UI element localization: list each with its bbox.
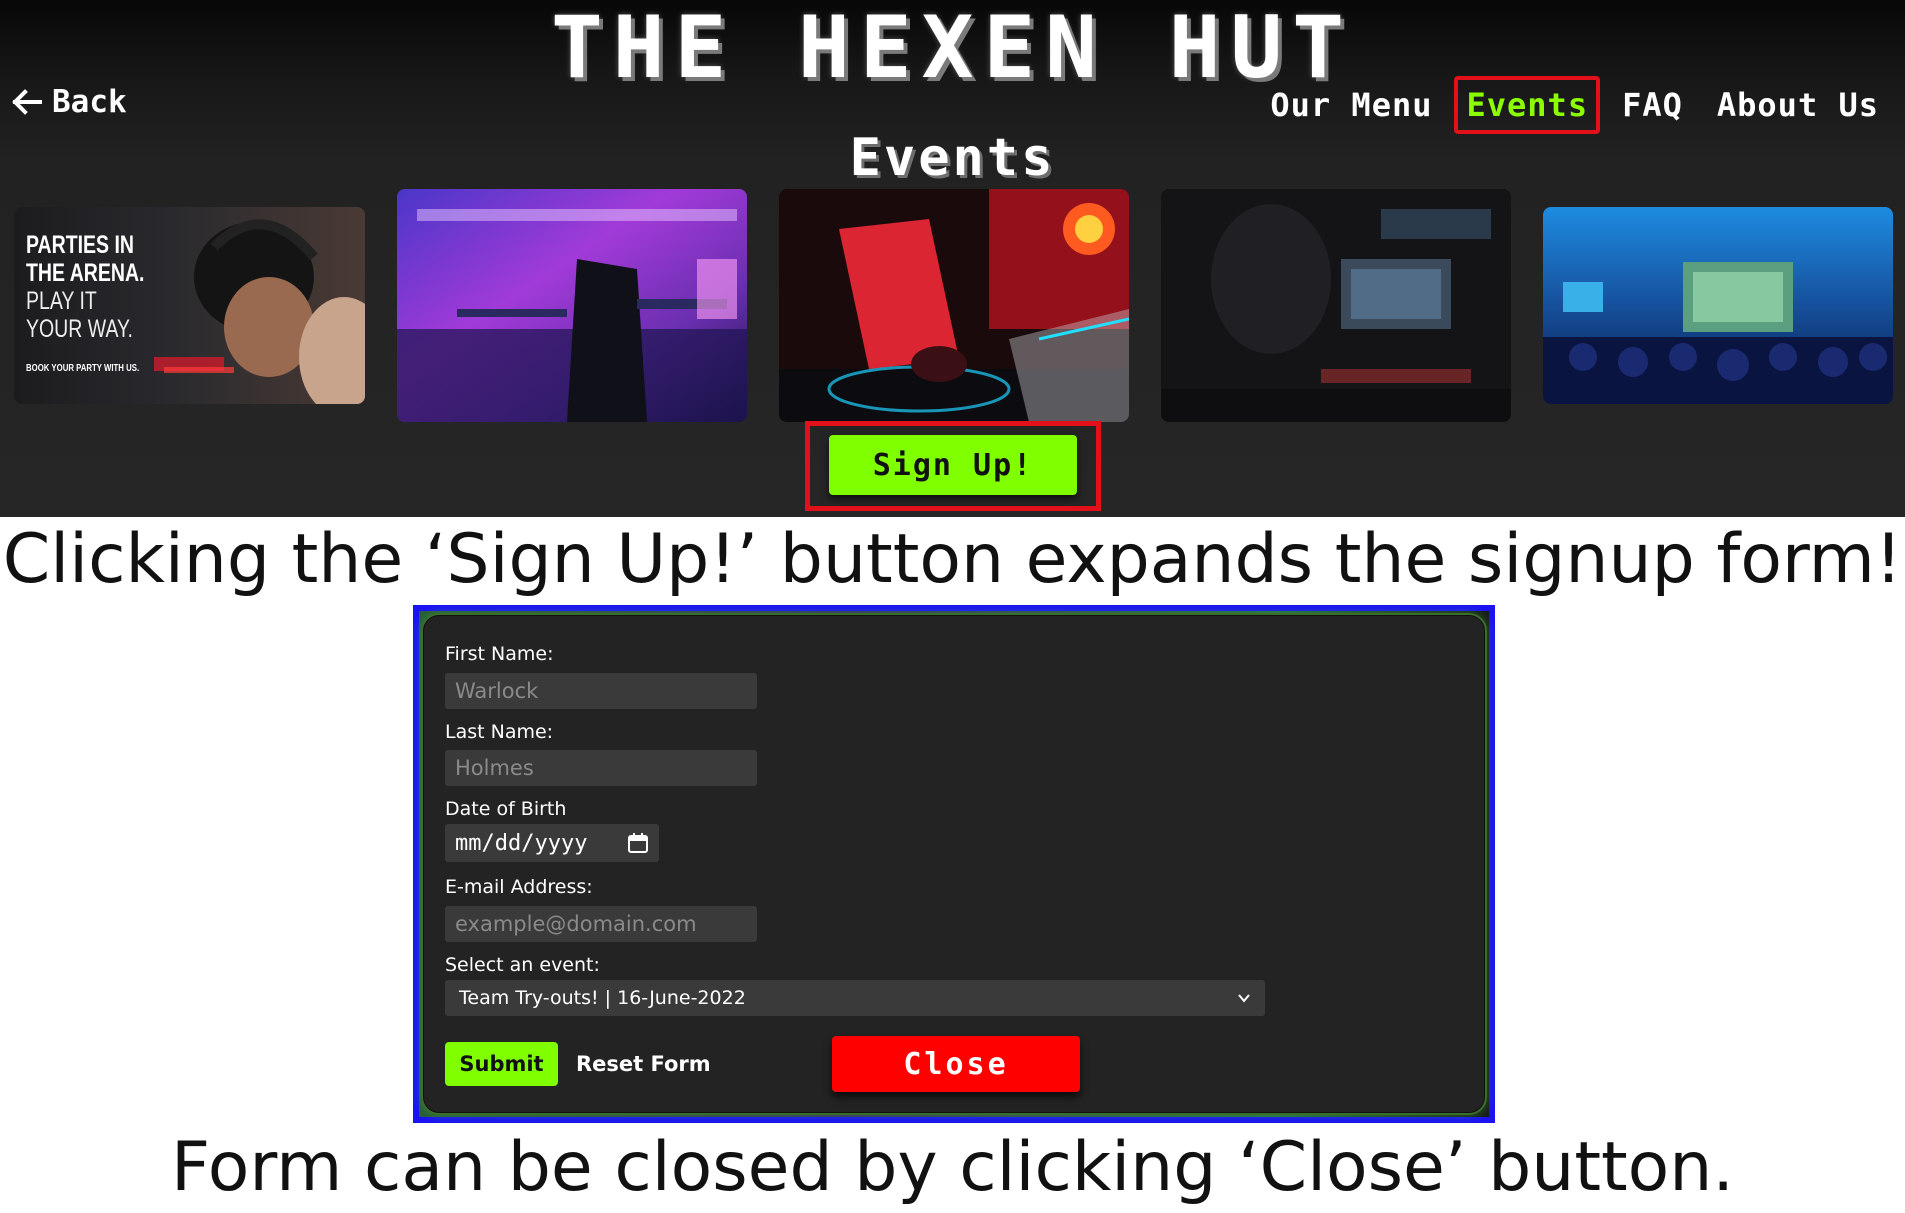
last-name-label: Last Name: [445, 721, 554, 743]
gamer-image [1161, 189, 1511, 422]
date-of-birth-input[interactable]: mm/dd/yyyy [445, 824, 659, 862]
event-select-label: Select an event: [445, 954, 600, 976]
signup-form-screenshot: First Name: Last Name: Date of Birth mm/… [413, 605, 1495, 1123]
back-link[interactable]: Back [12, 84, 127, 120]
chevron-down-icon [1238, 994, 1250, 1003]
nav-item-faq[interactable]: FAQ [1610, 76, 1695, 134]
submit-button[interactable]: Submit [445, 1042, 558, 1086]
events-heading: Events [849, 128, 1056, 188]
promo-line-3: PLAY IT [26, 287, 97, 315]
first-name-label: First Name: [445, 643, 554, 665]
event-selected-value: Team Try-outs! | 16-June-2022 [459, 987, 746, 1009]
esports-audience-photo[interactable] [1543, 207, 1893, 404]
reset-form-button[interactable]: Reset Form [576, 1042, 711, 1086]
promo-small-print: BOOK YOUR PARTY WITH US. [26, 363, 140, 374]
rgb-keyboard-image [779, 189, 1129, 422]
parties-in-the-arena-promo[interactable]: PARTIES IN THE ARENA. PLAY IT YOUR WAY. … [14, 207, 365, 404]
first-name-input[interactable] [445, 673, 757, 709]
audience-image [1543, 207, 1893, 404]
last-name-input[interactable] [445, 750, 757, 786]
rgb-keyboard-setup-photo[interactable] [779, 189, 1129, 422]
arrow-left-icon [12, 89, 42, 115]
email-input[interactable] [445, 906, 757, 942]
nav-item-our-menu[interactable]: Our Menu [1258, 76, 1444, 134]
neon-room-image [397, 189, 747, 422]
nav-item-about-us[interactable]: About Us [1705, 76, 1891, 134]
promo-line-4: YOUR WAY. [26, 315, 133, 343]
calendar-icon[interactable] [627, 832, 649, 854]
signup-form: First Name: Last Name: Date of Birth mm/… [421, 613, 1487, 1115]
close-button[interactable]: Close [832, 1036, 1080, 1092]
promo-line-2: THE ARENA. [26, 259, 145, 287]
caption-signup-explanation: Clicking the ‘Sign Up!’ button expands t… [2, 520, 1903, 599]
nav-item-events[interactable]: Events [1454, 76, 1601, 134]
dob-label: Date of Birth [445, 798, 567, 820]
dob-placeholder: mm/dd/yyyy [455, 830, 588, 856]
promo-line-1: PARTIES IN [26, 231, 134, 259]
gamer-at-monitors-photo[interactable] [1161, 189, 1511, 422]
neon-gaming-room-photo[interactable] [397, 189, 747, 422]
event-select[interactable]: Team Try-outs! | 16-June-2022 [445, 980, 1265, 1016]
main-nav: Our Menu Events FAQ About Us [1248, 76, 1891, 134]
promo-text: PARTIES IN THE ARENA. PLAY IT YOUR WAY. … [26, 231, 178, 374]
sign-up-button[interactable]: Sign Up! [829, 435, 1077, 495]
back-label: Back [52, 84, 127, 120]
events-page-screenshot: THE HEXEN HUT Back Our Menu Events FAQ A… [0, 0, 1905, 517]
email-label: E-mail Address: [445, 876, 593, 898]
caption-close-explanation: Form can be closed by clicking ‘Close’ b… [171, 1128, 1734, 1207]
